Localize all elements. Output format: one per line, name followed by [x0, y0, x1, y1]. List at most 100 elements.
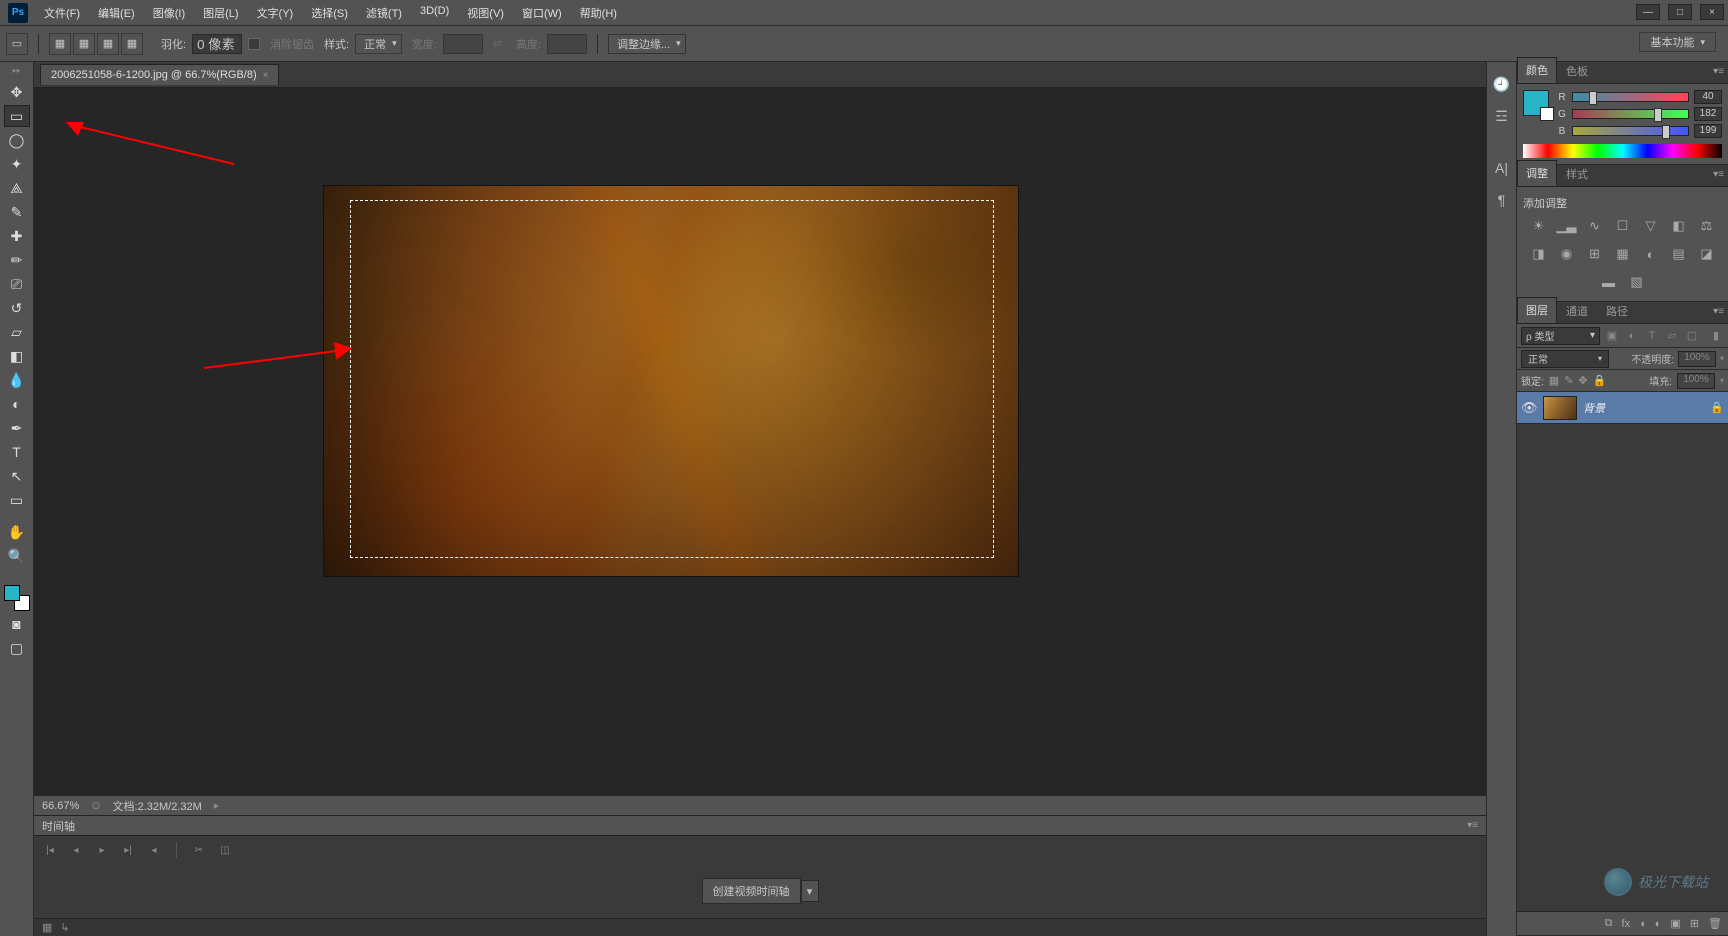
selection-add-icon[interactable]: ▦	[73, 33, 95, 55]
eraser-tool[interactable]: ▱	[4, 321, 30, 343]
menu-view[interactable]: 视图(V)	[459, 1, 512, 25]
color-swatches[interactable]	[4, 585, 30, 611]
menu-filter[interactable]: 滤镜(T)	[358, 1, 410, 25]
maximize-button[interactable]: □	[1668, 4, 1692, 20]
panel-menu-icon[interactable]: ▾≡	[1713, 169, 1724, 180]
paragraph-panel-icon[interactable]: ¶	[1492, 190, 1512, 210]
layer-style-icon[interactable]: fx	[1622, 918, 1631, 930]
zoom-tool[interactable]: 🔍	[4, 545, 30, 567]
minimize-button[interactable]: —	[1636, 4, 1660, 20]
workspace-selector[interactable]: 基本功能	[1639, 32, 1716, 52]
filter-shape-icon[interactable]: ▱	[1664, 328, 1680, 344]
pen-tool[interactable]: ✒	[4, 417, 30, 439]
play-icon[interactable]: ▸	[94, 845, 110, 856]
opacity-input[interactable]: 100%	[1678, 351, 1716, 367]
rectangle-tool[interactable]: ▭	[4, 489, 30, 511]
layer-mask-icon[interactable]: ◖	[1639, 918, 1646, 930]
tab-styles[interactable]: 样式	[1557, 161, 1597, 186]
posterize-icon[interactable]: ▤	[1670, 245, 1688, 263]
history-brush-tool[interactable]: ↺	[4, 297, 30, 319]
levels-icon[interactable]: ▁▃	[1558, 217, 1576, 235]
tab-channels[interactable]: 通道	[1557, 298, 1597, 323]
antialias-checkbox[interactable]	[248, 38, 260, 50]
vibrance-icon[interactable]: ▽	[1642, 217, 1660, 235]
opacity-stepper-icon[interactable]: ▾	[1720, 354, 1724, 363]
selection-new-icon[interactable]: ▦	[49, 33, 71, 55]
frames-mode-icon[interactable]: ▦	[42, 921, 52, 934]
panel-menu-icon[interactable]: ▾≡	[1467, 820, 1478, 831]
fill-input[interactable]: 100%	[1677, 373, 1715, 389]
layer-thumbnail[interactable]	[1543, 396, 1577, 420]
path-selection-tool[interactable]: ↖	[4, 465, 30, 487]
selection-marquee[interactable]	[350, 200, 994, 558]
toolbar-grip[interactable]: ▸▸	[12, 66, 20, 75]
create-timeline-dropdown[interactable]: ▾	[801, 880, 819, 902]
r-slider[interactable]	[1572, 92, 1689, 102]
curves-icon[interactable]: ∿	[1586, 217, 1604, 235]
menu-type[interactable]: 文字(Y)	[249, 1, 302, 25]
tab-paths[interactable]: 路径	[1597, 298, 1637, 323]
menu-help[interactable]: 帮助(H)	[572, 1, 625, 25]
canvas-viewport[interactable]	[34, 88, 1486, 795]
properties-panel-icon[interactable]: ☲	[1492, 106, 1512, 126]
visibility-icon[interactable]: 👁	[1521, 400, 1537, 416]
type-tool[interactable]: T	[4, 441, 30, 463]
style-select[interactable]: 正常	[355, 34, 402, 54]
tab-swatches[interactable]: 色板	[1557, 58, 1597, 83]
new-layer-icon[interactable]: ⊞	[1690, 917, 1699, 930]
create-video-timeline-button[interactable]: 创建视频时间轴	[702, 878, 801, 904]
move-tool[interactable]: ✥	[4, 81, 30, 103]
selectivecolor-icon[interactable]: ▧	[1628, 273, 1646, 291]
quickmask-toggle[interactable]: ◙	[4, 613, 30, 635]
menu-layer[interactable]: 图层(L)	[195, 1, 246, 25]
lasso-tool[interactable]: ◯	[4, 129, 30, 151]
lock-icon[interactable]: 🔒	[1710, 401, 1724, 414]
timeline-scrubber[interactable]: ▦ ↳	[34, 918, 1486, 936]
next-frame-icon[interactable]: ▸|	[120, 845, 136, 856]
hue-icon[interactable]: ◧	[1670, 217, 1688, 235]
go-end-icon[interactable]: ◂	[146, 845, 162, 856]
color-preview[interactable]	[1523, 90, 1549, 116]
exposure-icon[interactable]: ☐	[1614, 217, 1632, 235]
character-panel-icon[interactable]: A|	[1492, 158, 1512, 178]
g-value[interactable]: 182	[1694, 107, 1722, 121]
history-panel-icon[interactable]: 🕘	[1492, 74, 1512, 94]
status-arrow-icon[interactable]: ⊙	[91, 799, 100, 812]
new-fill-layer-icon[interactable]: ◐	[1655, 918, 1662, 930]
brush-tool[interactable]: ✏	[4, 249, 30, 271]
feather-input[interactable]	[192, 34, 242, 54]
b-value[interactable]: 199	[1694, 124, 1722, 138]
link-layers-icon[interactable]: ⧉	[1605, 917, 1613, 930]
menu-select[interactable]: 选择(S)	[303, 1, 356, 25]
status-flyout-icon[interactable]: ▸	[214, 799, 220, 812]
foreground-color-swatch[interactable]	[4, 585, 20, 601]
document-tab[interactable]: 2006251058-6-1200.jpg @ 66.7%(RGB/8) ×	[40, 64, 279, 85]
layer-filter-select[interactable]: ρ 类型▾	[1521, 327, 1600, 345]
blur-tool[interactable]: 💧	[4, 369, 30, 391]
magic-wand-tool[interactable]: ✦	[4, 153, 30, 175]
g-slider[interactable]	[1572, 109, 1689, 119]
zoom-level[interactable]: 66.67%	[42, 800, 79, 812]
layer-row[interactable]: 👁 背景 🔒	[1517, 392, 1728, 424]
crop-tool[interactable]: ⟁	[4, 177, 30, 199]
b-slider[interactable]	[1572, 126, 1689, 136]
photofilter-icon[interactable]: ◉	[1558, 245, 1576, 263]
delete-layer-icon[interactable]: 🗑	[1708, 917, 1722, 930]
panel-menu-icon[interactable]: ▾≡	[1713, 66, 1724, 77]
render-icon[interactable]: ↳	[60, 921, 69, 934]
menu-edit[interactable]: 编辑(E)	[90, 1, 143, 25]
healing-tool[interactable]: ✚	[4, 225, 30, 247]
brightness-icon[interactable]: ☀	[1530, 217, 1548, 235]
filter-toggle-icon[interactable]: ▮	[1708, 328, 1724, 344]
marquee-tool[interactable]: ▭	[4, 105, 30, 127]
lock-transparent-icon[interactable]: ▦	[1549, 374, 1559, 387]
new-group-icon[interactable]: ▣	[1670, 917, 1680, 930]
menu-3d[interactable]: 3D(D)	[412, 1, 457, 25]
panel-menu-icon[interactable]: ▾≡	[1713, 306, 1724, 317]
lock-pixels-icon[interactable]: ✎	[1564, 374, 1573, 387]
layer-name[interactable]: 背景	[1583, 400, 1605, 416]
timeline-tab[interactable]: 时间轴	[42, 818, 75, 834]
eyedropper-tool[interactable]: ✎	[4, 201, 30, 223]
hand-tool[interactable]: ✋	[4, 521, 30, 543]
filter-smart-icon[interactable]: ▢	[1684, 328, 1700, 344]
